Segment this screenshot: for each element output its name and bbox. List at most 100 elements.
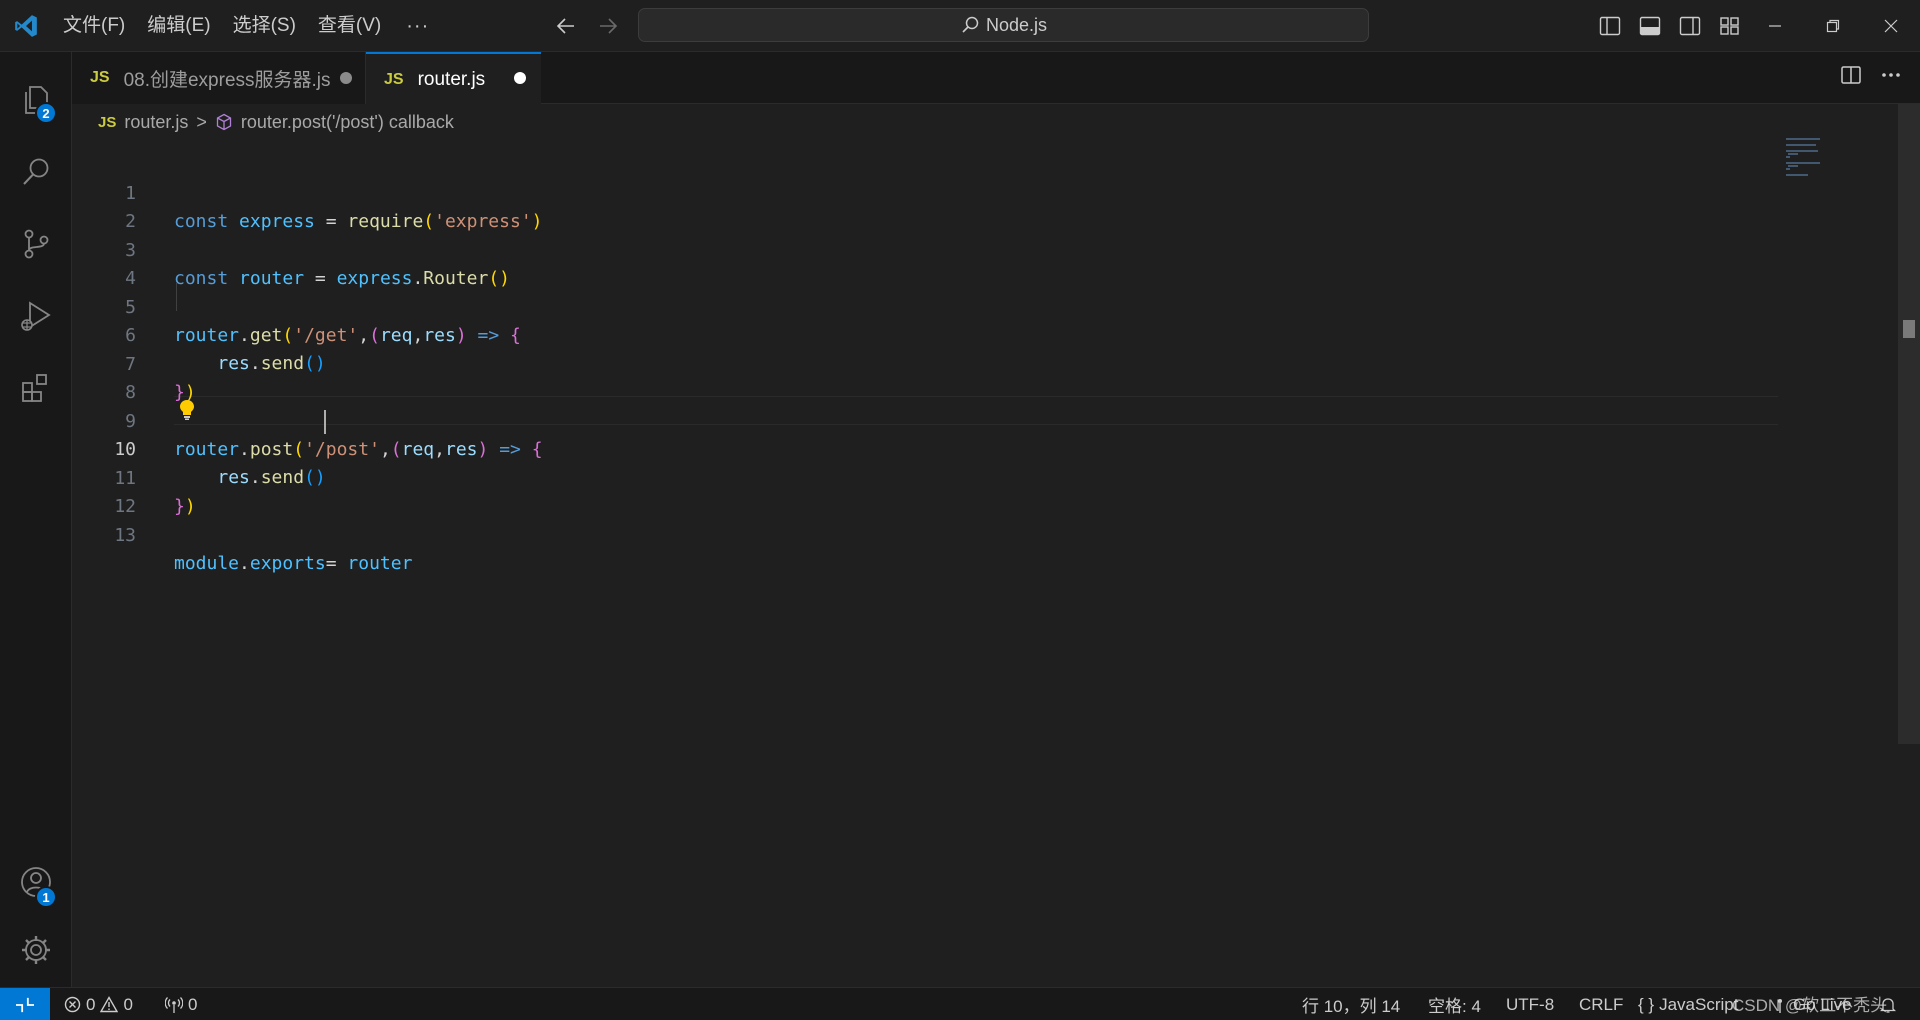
symbol-method-icon [216,113,232,131]
code-line-active: 10 res.send() [72,408,1772,488]
editor-actions [1840,64,1902,91]
minimap[interactable] [1786,136,1866,176]
vscode-window: 文件(F) 编辑(E) 选择(S) 查看(V) ··· Node.js 2 1 … [0,0,1920,1020]
restore-icon[interactable] [1804,0,1862,52]
warning-count: 0 [123,994,133,1014]
code-line: 2 [72,180,1772,232]
language-label: JavaScript [1659,994,1739,1014]
indentation-setting[interactable]: 空格: 4 [1428,988,1481,1020]
accounts-badge: 1 [35,886,57,908]
accounts-icon[interactable]: 1 [0,846,72,918]
tab-label: router.js [417,68,486,90]
language-mode[interactable]: { } JavaScript [1638,988,1738,1020]
toggle-primary-sidebar-icon[interactable] [1596,12,1624,40]
js-file-icon: JS [384,70,404,88]
menu-more-button[interactable]: ··· [392,8,443,44]
tab-express-server[interactable]: JS 08.创建express服务器.js [72,52,366,104]
minimap-line [1786,162,1820,164]
js-file-icon: JS [98,113,117,131]
forward-arrow-icon[interactable] [594,12,622,40]
code-line: 8 [72,351,1772,403]
code-line: 11 }) [72,437,1772,517]
code-line: 7 }) [72,323,1772,403]
minimap-line [1786,150,1818,152]
code-line: 12 [72,465,1772,517]
line-number: 13 [114,525,136,546]
minimap-line [1786,138,1820,140]
source-control-icon[interactable] [0,208,72,280]
activity-bar: 2 1 [0,52,72,987]
code-line: 6 res.send() [72,294,1772,374]
minimap-line [1786,168,1790,170]
code-line: 9 router.post('/post',(req,res) => { [72,380,1772,460]
scrollbar-cursor-marker [1903,320,1915,338]
command-center-search[interactable]: Node.js [638,8,1369,42]
toggle-secondary-sidebar-icon[interactable] [1676,12,1704,40]
explorer-badge: 2 [35,102,57,124]
menu-selection[interactable]: 选择(S) [222,8,307,44]
minimap-line [1786,144,1816,146]
error-count: 0 [86,994,96,1014]
editor-tabs: JS 08.创建express服务器.js JS router.js [72,52,1920,105]
tab-router[interactable]: JS router.js [366,52,541,105]
more-actions-icon[interactable] [1880,64,1902,91]
window-controls [1746,0,1920,52]
text-cursor [324,410,326,434]
minimap-line [1786,156,1790,158]
code-line: 4 [72,237,1772,289]
code-line: 3 const router = express.Router() [72,209,1772,289]
remote-indicator-icon[interactable] [0,988,50,1020]
code-line: 1 const express = require('express') [72,152,1772,232]
unsaved-dot-icon[interactable] [514,72,526,84]
breadcrumb-separator: > [196,111,207,132]
encoding-setting[interactable]: UTF-8 [1506,988,1554,1020]
broadcast-icon [165,996,183,1013]
split-editor-icon[interactable] [1840,64,1862,91]
watermark: CSDN @软工不秃头 [1732,996,1888,1015]
ports-indicator[interactable]: 0 [165,988,197,1020]
breadcrumb-symbol[interactable]: router.post('/post') callback [241,112,454,133]
code-editor[interactable]: 1 const express = require('express') 2 3… [72,140,1920,987]
error-icon [64,996,81,1013]
search-icon [962,16,979,33]
explorer-icon[interactable]: 2 [0,64,72,136]
breadcrumb-file[interactable]: router.js [124,112,188,133]
cursor-position[interactable]: 行 10，列 14 [1302,988,1400,1020]
back-arrow-icon[interactable] [552,12,580,40]
warning-icon [100,996,119,1013]
close-window-icon[interactable] [1862,0,1920,52]
minimize-icon[interactable] [1746,0,1804,52]
breadcrumb: JS router.js > router.post('/post') call… [72,104,454,140]
menu-edit[interactable]: 编辑(E) [136,8,221,44]
vscode-logo-icon [0,0,52,52]
extensions-icon[interactable] [0,352,72,424]
tab-label: 08.创建express服务器.js [123,69,331,91]
settings-gear-icon[interactable] [0,914,72,986]
minimap-line [1788,165,1798,167]
navigation-arrows [552,12,622,40]
customize-layout-icon[interactable] [1716,12,1744,40]
title-bar: 文件(F) 编辑(E) 选择(S) 查看(V) ··· Node.js [0,0,1920,52]
problems-indicator[interactable]: 0 0 [64,988,133,1020]
minimap-line [1786,174,1808,176]
search-view-icon[interactable] [0,136,72,208]
code-line: 13 module.exports= router [72,494,1772,574]
layout-controls [1596,12,1744,40]
unsaved-dot-icon[interactable] [340,72,352,84]
code-line: 5 router.get('/get',(req,res) => { [72,266,1772,346]
ports-count: 0 [188,994,198,1014]
lightbulb-icon[interactable] [176,396,198,424]
status-bar: 0 0 0 行 10，列 14 空格: 4 UTF-8 CRLF { } Jav… [0,987,1920,1020]
eol-setting[interactable]: CRLF [1579,988,1623,1020]
braces-icon: { } [1638,994,1655,1014]
run-debug-icon[interactable] [0,280,72,352]
command-center-label: Node.js [985,14,1048,35]
toggle-panel-icon[interactable] [1636,12,1664,40]
minimap-line [1788,153,1798,155]
menu-bar: 文件(F) 编辑(E) 选择(S) 查看(V) ··· [52,0,443,52]
vertical-scrollbar[interactable] [1898,104,1920,744]
js-file-icon: JS [90,69,110,86]
menu-file[interactable]: 文件(F) [52,8,136,44]
code-text: module.exports= router [174,553,413,574]
menu-view[interactable]: 查看(V) [307,8,392,44]
